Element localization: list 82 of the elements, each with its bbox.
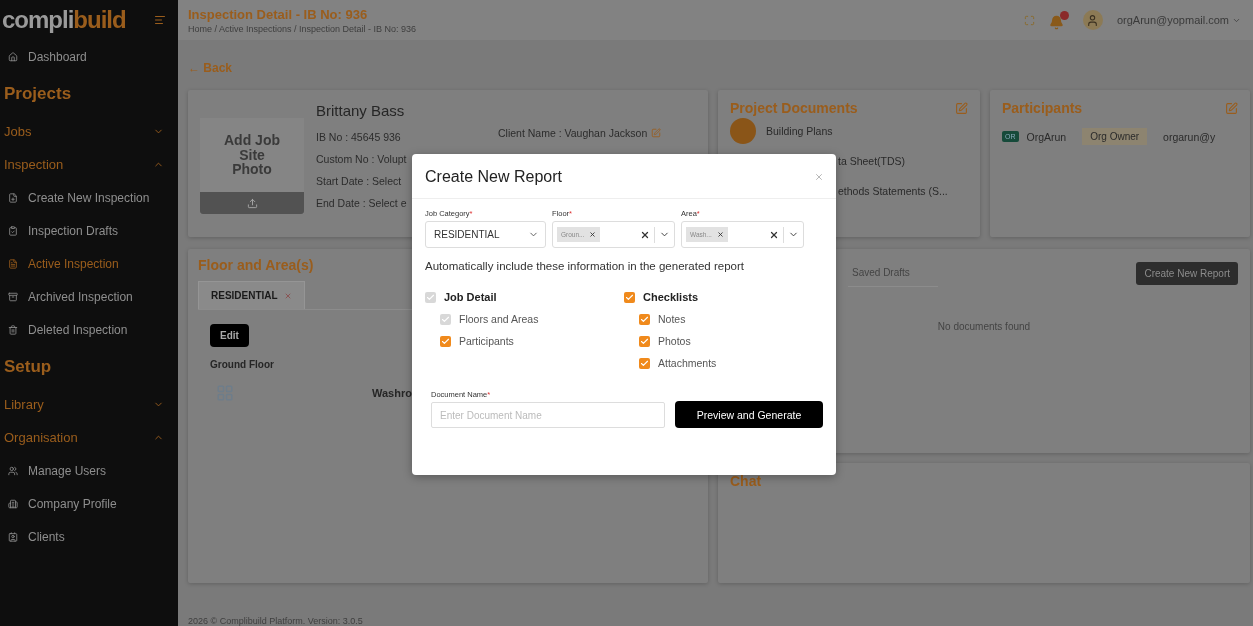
card-title: Participants xyxy=(1002,100,1083,116)
sidebar-icon xyxy=(8,324,18,335)
category-tab[interactable]: RESIDENTIAL xyxy=(198,281,305,309)
sidebar-heading: Setup xyxy=(3,356,53,378)
sidebar-icon xyxy=(8,51,18,62)
document-name-field[interactable]: Enter Document Name xyxy=(431,402,665,428)
job-field: IB No : 45645 936 xyxy=(316,131,407,143)
photo-upload-field[interactable]: Add Job Site Photo xyxy=(200,118,304,214)
checkbox[interactable] xyxy=(639,335,650,347)
preview-generate-button[interactable]: Preview and Generate xyxy=(675,401,823,428)
select-field[interactable]: RESIDENTIAL xyxy=(425,221,546,248)
area-name: Washro xyxy=(372,387,412,399)
card-title: Chat xyxy=(730,473,762,489)
job-field: Client Name : Vaughan Jackson xyxy=(498,127,648,139)
checkbox[interactable] xyxy=(624,291,635,303)
sidebar-group[interactable]: Organisation xyxy=(0,421,178,454)
sidebar-item[interactable]: Archived Inspection xyxy=(0,280,178,313)
checkbox-label: Notes xyxy=(658,313,686,325)
edit-icon[interactable] xyxy=(955,101,968,115)
close-icon[interactable] xyxy=(283,291,292,300)
sidebar-icon xyxy=(8,258,18,269)
sidebar-item[interactable]: Dashboard xyxy=(0,40,178,73)
edit-button[interactable]: Edit xyxy=(210,324,249,347)
sidebar-icon xyxy=(8,192,18,203)
checkbox-label: Floors and Areas xyxy=(459,313,539,325)
card-title: Floor and Area(s) xyxy=(198,257,314,273)
close-icon[interactable] xyxy=(814,172,824,182)
floor-name: Ground Floor xyxy=(210,359,274,370)
create-report-button[interactable]: Create New Report xyxy=(1136,261,1238,285)
card-title: Project Documents xyxy=(730,100,858,116)
client-name: Brittany Bass xyxy=(316,102,406,119)
job-field: Custom No : Volupt xyxy=(316,153,407,165)
avatar-icon[interactable] xyxy=(1082,10,1103,30)
dialog-title: Create New Report xyxy=(425,168,562,186)
checkbox[interactable] xyxy=(639,357,650,369)
sidebar-item[interactable]: Company Profile xyxy=(0,487,178,520)
sidebar-item[interactable]: Deleted Inspection xyxy=(0,313,178,346)
sidebar-icon xyxy=(8,225,18,236)
checkbox-label: Job Detail xyxy=(444,291,497,303)
fullscreen-icon[interactable] xyxy=(1023,14,1035,26)
job-field: Start Date : Select xyxy=(316,175,407,187)
clear-icon[interactable] xyxy=(640,229,650,240)
section-heading: Automatically include these information in the generated report xyxy=(425,260,745,272)
sidebar-icon xyxy=(8,291,18,302)
sidebar-group[interactable]: Jobs xyxy=(0,115,178,148)
logo: complibuild xyxy=(2,6,126,34)
job-field: End Date : Select e xyxy=(316,197,407,209)
sidebar-icon xyxy=(8,465,18,476)
document-name[interactable]: ethods Statements (S... xyxy=(838,185,948,197)
checkbox[interactable] xyxy=(639,313,650,325)
participant-email: orgarun@y xyxy=(1163,130,1216,143)
empty-message: No documents found xyxy=(936,321,1032,332)
sidebar-group[interactable]: Inspection xyxy=(0,148,178,181)
sidebar-item[interactable]: Create New Inspection xyxy=(0,181,178,214)
checkbox-label: Attachments xyxy=(658,357,717,369)
upload-icon xyxy=(246,197,258,209)
sidebar-heading: Projects xyxy=(3,83,73,105)
clear-icon[interactable] xyxy=(769,229,779,240)
menu-icon[interactable] xyxy=(154,14,166,26)
document-name[interactable]: Building Plans xyxy=(766,125,833,137)
sidebar-icon xyxy=(8,531,18,542)
remove-icon[interactable] xyxy=(589,231,597,238)
sidebar-item[interactable]: Inspection Drafts xyxy=(0,214,178,247)
checkbox-label: Photos xyxy=(658,335,691,347)
sidebar-item[interactable]: Clients xyxy=(0,520,178,553)
role-tag: Org Owner xyxy=(1082,128,1148,145)
document-name[interactable]: ta Sheet(TDS) xyxy=(838,155,906,167)
breadcrumb: Home / Active Inspections / Inspection Detail - IB No: 936 xyxy=(188,23,417,34)
page-title: Inspection Detail - IB No: 936 xyxy=(188,6,369,22)
participant-name: OrgArun xyxy=(1026,130,1067,143)
sidebar-item[interactable]: Manage Users xyxy=(0,454,178,487)
reports-tab[interactable]: Saved Drafts xyxy=(848,259,938,287)
user-menu[interactable]: orgArun@yopmail.com xyxy=(1116,14,1241,26)
sidebar-icon xyxy=(8,498,18,509)
checkbox-label: Checklists xyxy=(643,291,699,303)
checkbox-label: Participants xyxy=(459,335,514,347)
remove-icon[interactable] xyxy=(716,231,724,238)
edit-icon[interactable] xyxy=(651,128,662,138)
sidebar-group[interactable]: Library xyxy=(0,388,178,421)
sidebar-item[interactable]: Active Inspection xyxy=(0,247,178,280)
bell-icon[interactable] xyxy=(1048,10,1069,30)
edit-icon[interactable] xyxy=(1225,101,1238,115)
